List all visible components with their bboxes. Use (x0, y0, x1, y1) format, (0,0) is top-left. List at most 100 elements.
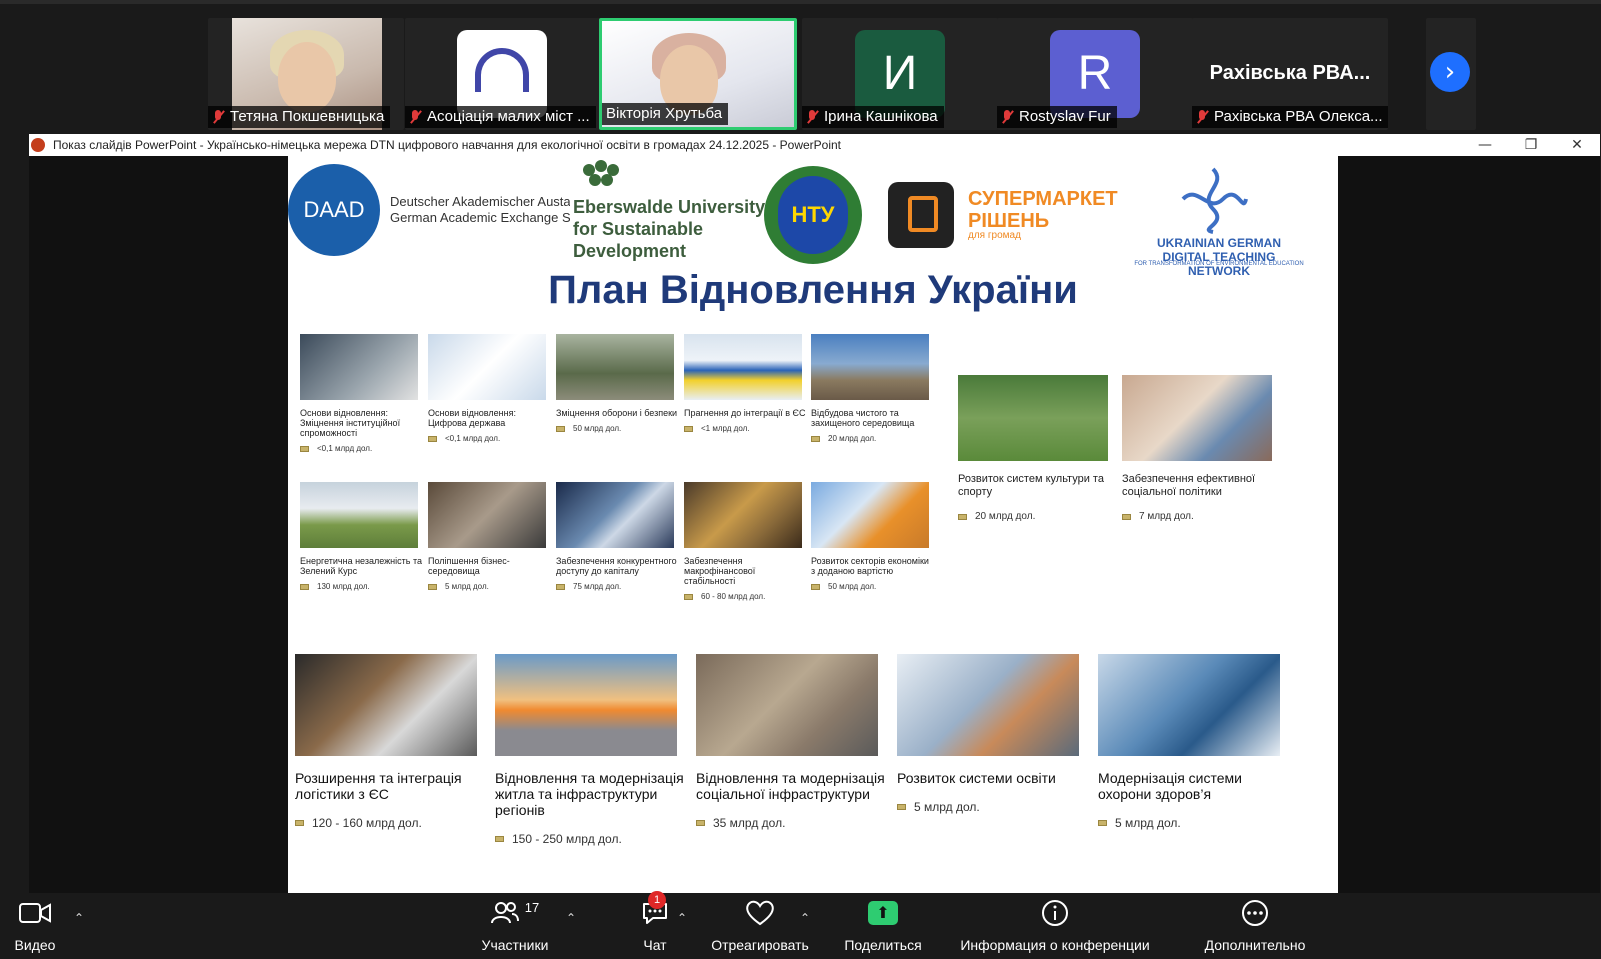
card-title: Розвиток системи освіти (897, 770, 1056, 786)
meeting-toolbar: Видео ⌃ 17 Участники ⌃ 1 Чат ⌃ Отреагиро… (0, 891, 1601, 959)
card-value-text: 5 млрд дол. (914, 800, 980, 814)
money-icon (811, 435, 820, 442)
card-image (495, 654, 677, 756)
plan-card: Забезпечення конкурентного доступу до ка… (556, 482, 678, 591)
zoom-meeting-window: Тетяна Покшевницька Асоціація малих міст… (0, 0, 1601, 959)
participant-tile[interactable]: Тетяна Покшевницька (208, 18, 404, 130)
participant-tile[interactable]: R Rostyslav Fur (997, 18, 1193, 130)
share-screen-button[interactable]: ⬆ Поделиться (838, 893, 928, 959)
card-value: <0,1 млрд дол. (300, 444, 422, 453)
supermarket-icon (888, 182, 954, 248)
card-image (1098, 654, 1280, 756)
eberswalde-tree-icon (573, 160, 623, 194)
plan-card: Зміцнення оборони і безпеки 50 млрд дол. (556, 334, 678, 433)
card-title: Забезпечення ефективної соціальної політ… (1122, 473, 1256, 498)
chat-button[interactable]: 1 Чат (620, 891, 690, 959)
card-value-text: <0,1 млрд дол. (317, 444, 373, 453)
close-button[interactable]: ✕ (1554, 137, 1600, 153)
mic-muted-icon (409, 110, 421, 124)
react-label: Отреагировать (711, 937, 809, 953)
video-button[interactable]: Видео (6, 893, 64, 959)
info-icon (948, 893, 1162, 933)
plan-card: Розвиток системи освіти 5 млрд дол. (897, 654, 1087, 814)
participants-button[interactable]: 17 Участники (460, 893, 570, 959)
plan-card: Енергетична незалежність та Зелений Курс… (300, 482, 422, 591)
participant-tile[interactable]: И Ірина Кашнікова (802, 18, 998, 130)
plan-card: Відновлення та модернізація житла та інф… (495, 654, 685, 846)
participant-name-label: Асоціація малих міст ... (405, 106, 596, 128)
strip-top-border (0, 0, 1601, 4)
info-label: Информация о конференции (960, 937, 1150, 953)
card-value: 130 млрд дол. (300, 582, 422, 591)
participant-display-name: Рахівська РВА... (1209, 62, 1371, 84)
more-button[interactable]: Дополнительно (1175, 893, 1335, 959)
plan-card: Розширення та інтеграція логістики з ЄС … (295, 654, 485, 830)
participant-name-label: Вікторія Хрутьба (602, 103, 729, 125)
card-image (428, 482, 546, 548)
card-image (300, 482, 418, 548)
money-icon (811, 583, 820, 590)
ntu-logo: НТУ (778, 176, 848, 254)
card-image (958, 375, 1108, 461)
daad-line1: Deutscher Akademischer Austausch (390, 194, 570, 209)
participants-icon: 17 (460, 893, 570, 933)
card-image (684, 482, 802, 548)
card-value-text: 7 млрд дол. (1139, 511, 1194, 522)
react-button[interactable]: Отреагировать (704, 893, 816, 959)
money-icon (897, 804, 906, 810)
participant-tile-active-speaker[interactable]: Вікторія Хрутьба (599, 18, 797, 130)
chat-label: Чат (643, 937, 667, 953)
card-value-text: <1 млрд дол. (701, 424, 750, 433)
supermarket-name: СУПЕРМАРКЕТ РІШЕНЬ (968, 188, 1118, 232)
plan-card: Розвиток систем культури та спорту 20 мл… (958, 375, 1114, 522)
restore-button[interactable]: ❐ (1508, 137, 1554, 153)
daad-name: Deutscher Akademischer Austausch German … (390, 194, 570, 226)
participants-options-chevron-icon[interactable]: ⌃ (566, 911, 576, 925)
card-title: Модернізація системи охорони здоров’я (1098, 770, 1242, 802)
card-title: Відновлення та модернізація соціальної і… (696, 770, 885, 802)
daad-logo: DAAD (288, 164, 380, 256)
meeting-info-button[interactable]: Информация о конференции (948, 893, 1162, 959)
card-value-text: 120 - 160 млрд дол. (312, 816, 422, 830)
card-value: <0,1 млрд дол. (428, 434, 550, 443)
card-value: 50 млрд дол. (811, 582, 933, 591)
card-image (295, 654, 477, 756)
money-icon (428, 435, 437, 442)
money-icon (958, 513, 967, 520)
card-title: Розширення та інтеграція логістики з ЄС (295, 770, 462, 802)
card-value: 150 - 250 млрд дол. (495, 832, 685, 846)
money-icon (684, 593, 693, 600)
participant-name: Rostyslav Fur (1019, 108, 1111, 125)
react-options-chevron-icon[interactable]: ⌃ (800, 911, 810, 925)
participant-tile[interactable]: Асоціація малих міст ... (405, 18, 601, 130)
card-value-text: 150 - 250 млрд дол. (512, 832, 622, 846)
eberswalde-name: Eberswalde University for Sustainable De… (573, 196, 765, 262)
card-image (556, 482, 674, 548)
plan-card: Основи відновлення: Цифрова держава <0,1… (428, 334, 550, 443)
card-image (684, 334, 802, 400)
participant-tile[interactable]: Рахівська РВА... Рахівська РВА Олекса... (1192, 18, 1388, 130)
card-value: <1 млрд дол. (684, 424, 806, 433)
chevron-right-icon[interactable]: › (1430, 52, 1470, 92)
minimize-button[interactable]: — (1462, 137, 1508, 153)
mic-muted-icon (806, 110, 818, 124)
plan-card: Відбудова чистого та захищеного середови… (811, 334, 933, 443)
card-image (897, 654, 1079, 756)
card-value: 7 млрд дол. (1122, 511, 1282, 522)
card-image (811, 334, 929, 400)
card-value-text: 35 млрд дол. (713, 816, 786, 830)
card-value-text: 5 млрд дол. (1115, 816, 1181, 830)
card-value-text: 20 млрд дол. (828, 434, 877, 443)
chat-options-chevron-icon[interactable]: ⌃ (677, 911, 687, 925)
card-title: Відбудова чистого та захищеного середови… (811, 408, 915, 428)
card-value: 35 млрд дол. (696, 816, 886, 830)
money-icon (428, 583, 437, 590)
card-value-text: 60 - 80 млрд дол. (701, 592, 766, 601)
card-value: 120 - 160 млрд дол. (295, 816, 485, 830)
card-image (811, 482, 929, 548)
card-value: 5 млрд дол. (897, 800, 1087, 814)
slide-title: План Відновлення України (548, 268, 1078, 312)
participant-name-label: Rostyslav Fur (997, 106, 1117, 128)
video-options-chevron-icon[interactable]: ⌃ (74, 911, 84, 925)
more-label: Дополнительно (1204, 937, 1306, 953)
